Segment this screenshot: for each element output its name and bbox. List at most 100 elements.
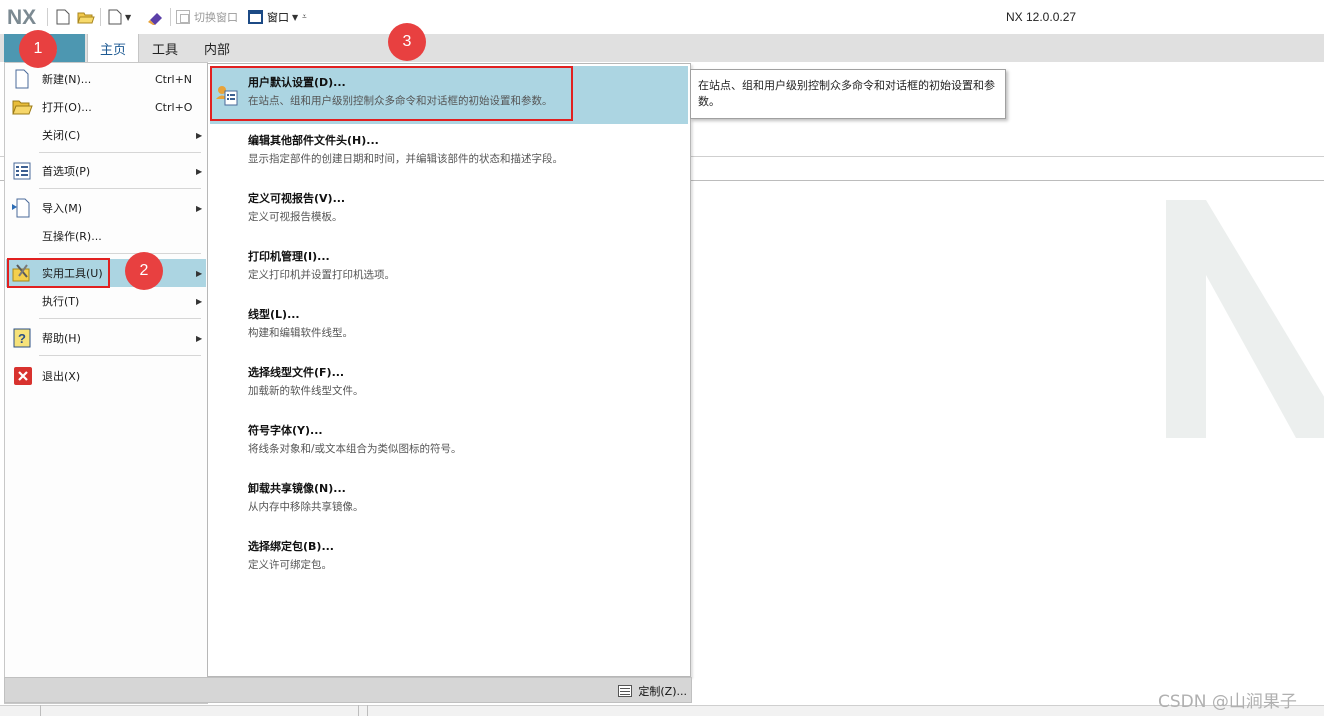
chevron-right-icon: ▶ xyxy=(196,333,203,343)
divider xyxy=(100,8,101,26)
submenu-item-description: 加载新的软件线型文件。 xyxy=(248,385,364,397)
submenu-item-symbol-font[interactable]: 符号字体(Y)... 将线条对象和/或文本组合为类似图标的符号。 xyxy=(210,414,688,472)
menu-item-help[interactable]: ? 帮助(H) ▶ xyxy=(6,324,206,352)
submenu-item-description: 从内存中移除共享镜像。 xyxy=(248,501,364,513)
new-icon[interactable] xyxy=(56,8,70,26)
menu-item-execute[interactable]: 执行(T) ▶ xyxy=(6,287,206,315)
import-icon xyxy=(12,198,30,218)
eraser-icon[interactable] xyxy=(147,8,165,26)
menu-item-import[interactable]: 导入(M) ▶ xyxy=(6,194,206,222)
new-dropdown-button[interactable]: ▼ xyxy=(108,8,131,26)
open-folder-icon xyxy=(12,100,33,115)
ribbon-tab-bar: 文件 主页 工具 内部 xyxy=(0,34,1324,63)
submenu-item-description: 定义可视报告模板。 xyxy=(248,211,343,223)
menu-item-label: 执行(T) xyxy=(42,295,80,308)
menu-separator xyxy=(39,253,201,254)
preferences-icon xyxy=(13,162,31,180)
file-menu: 新建(N)... Ctrl+N 打开(O)... Ctrl+O 关闭(C) ▶ … xyxy=(4,62,208,704)
submenu-item-unload-shared-image[interactable]: 卸载共享镜像(N)... 从内存中移除共享镜像。 xyxy=(210,472,688,530)
submenu-item-description: 定义打印机并设置打印机选项。 xyxy=(248,269,395,281)
menu-item-interop[interactable]: 互操作(R)... xyxy=(6,222,206,250)
menu-item-label: 帮助(H) xyxy=(42,332,81,345)
menu-separator xyxy=(39,355,201,356)
menu-item-open[interactable]: 打开(O)... Ctrl+O xyxy=(6,93,206,121)
menu-item-close[interactable]: 关闭(C) ▶ xyxy=(6,121,206,149)
title-bar: NX ▼ 切换窗口 窗口 ▼ ⩡ NX 12.0.0.27 xyxy=(0,0,1324,34)
divider xyxy=(40,705,41,716)
submenu-item-title: 选择线型文件(F)... xyxy=(248,366,345,379)
switch-window-button[interactable]: 切换窗口 xyxy=(176,8,238,26)
step-badge-3: 3 xyxy=(388,23,426,61)
menu-item-label: 互操作(R)... xyxy=(42,230,102,243)
step-badge-1: 1 xyxy=(19,30,57,68)
svg-text:?: ? xyxy=(18,331,26,346)
divider xyxy=(358,705,359,716)
chevron-right-icon: ▶ xyxy=(196,166,203,176)
switch-window-label: 切换窗口 xyxy=(194,11,238,24)
tab-label: 工具 xyxy=(152,42,179,58)
submenu-item-description: 显示指定部件的创建日期和时间，并编辑该部件的状态和描述字段。 xyxy=(248,153,563,165)
submenu-item-edit-part-header[interactable]: 编辑其他部件文件头(H)... 显示指定部件的创建日期和时间，并编辑该部件的状态… xyxy=(210,124,688,182)
tab-internal[interactable]: 内部 xyxy=(192,34,242,62)
customize-toolbar-icon[interactable]: ⩡ xyxy=(302,12,307,22)
switch-window-icon xyxy=(176,10,190,24)
menu-separator xyxy=(39,318,201,319)
tab-label: 主页 xyxy=(100,43,127,58)
menu-separator xyxy=(39,152,201,153)
new-file-icon xyxy=(15,69,29,89)
submenu-item-visual-report[interactable]: 定义可视报告(V)... 定义可视报告模板。 xyxy=(210,182,688,240)
shortcut-label: Ctrl+O xyxy=(155,100,193,114)
menu-item-label: 新建(N)... xyxy=(42,73,92,86)
submenu-item-description: 将线条对象和/或文本组合为类似图标的符号。 xyxy=(248,443,462,455)
tooltip: 在站点、组和用户级别控制众多命令和对话框的初始设置和参数。 xyxy=(690,69,1006,119)
menu-item-new[interactable]: 新建(N)... Ctrl+N xyxy=(6,65,206,93)
tooltip-text: 在站点、组和用户级别控制众多命令和对话框的初始设置和参数。 xyxy=(698,79,995,108)
submenu-item-title: 卸载共享镜像(N)... xyxy=(248,482,346,495)
submenu-item-title: 线型(L)... xyxy=(248,308,300,321)
submenu-item-line-font[interactable]: 线型(L)... 构建和编辑软件线型。 xyxy=(210,298,688,356)
customize-label: 定制(Z)... xyxy=(638,685,687,698)
divider xyxy=(367,705,368,716)
submenu-item-line-font-file[interactable]: 选择线型文件(F)... 加载新的软件线型文件。 xyxy=(210,356,688,414)
submenu-item-title: 编辑其他部件文件头(H)... xyxy=(248,134,379,147)
nx-window: NX ▼ 切换窗口 窗口 ▼ ⩡ NX 12.0.0.27 主页 工具 内部 新… xyxy=(0,0,1324,716)
chevron-right-icon: ▶ xyxy=(196,130,203,140)
tab-home[interactable]: 主页 xyxy=(87,34,140,63)
chevron-right-icon: ▶ xyxy=(196,203,203,213)
open-icon[interactable] xyxy=(77,8,95,26)
menu-item-exit[interactable]: 退出(X) xyxy=(6,362,206,390)
csdn-watermark: CSDN @山涧果子 xyxy=(1158,692,1297,712)
customize-icon xyxy=(618,685,633,697)
status-bar xyxy=(0,705,1324,716)
chevron-right-icon: ▶ xyxy=(196,268,203,278)
menu-item-preferences[interactable]: 首选项(P) ▶ xyxy=(6,157,206,185)
shortcut-label: Ctrl+N xyxy=(155,72,193,86)
submenu-item-title: 定义可视报告(V)... xyxy=(248,192,346,205)
tab-tools[interactable]: 工具 xyxy=(140,34,190,62)
submenu-item-title: 符号字体(Y)... xyxy=(248,424,323,437)
menu-separator xyxy=(39,188,201,189)
submenu-item-description: 定义许可绑定包。 xyxy=(248,559,332,571)
menu-item-label: 退出(X) xyxy=(42,370,81,383)
menu-item-label: 打开(O)... xyxy=(42,101,92,114)
app-title: NX 12.0.0.27 xyxy=(1006,10,1077,24)
utilities-submenu: 用户默认设置(D)... 在站点、组和用户级别控制众多命令和对话框的初始设置和参… xyxy=(207,63,691,677)
submenu-item-title: 选择绑定包(B)... xyxy=(248,540,334,553)
submenu-item-title: 打印机管理(I)... xyxy=(248,250,330,263)
window-label: 窗口 xyxy=(267,11,289,24)
window-icon xyxy=(248,10,263,24)
exit-icon xyxy=(14,367,32,385)
divider xyxy=(47,8,48,26)
customize-button[interactable]: 定制(Z)... xyxy=(618,683,687,699)
submenu-item-license-bundle[interactable]: 选择绑定包(B)... 定义许可绑定包。 xyxy=(210,530,688,588)
submenu-item-description: 构建和编辑软件线型。 xyxy=(248,327,353,339)
menu-item-label: 导入(M) xyxy=(42,202,83,215)
tab-label: 内部 xyxy=(204,42,231,58)
window-menu-button[interactable]: 窗口 ▼ ⩡ xyxy=(248,8,307,26)
submenu-item-printer-admin[interactable]: 打印机管理(I)... 定义打印机并设置打印机选项。 xyxy=(210,240,688,298)
help-icon: ? xyxy=(13,328,31,348)
chevron-right-icon: ▶ xyxy=(196,296,203,306)
step-badge-2: 2 xyxy=(125,252,163,290)
divider xyxy=(170,8,171,26)
nx-logo-watermark xyxy=(1166,200,1324,438)
